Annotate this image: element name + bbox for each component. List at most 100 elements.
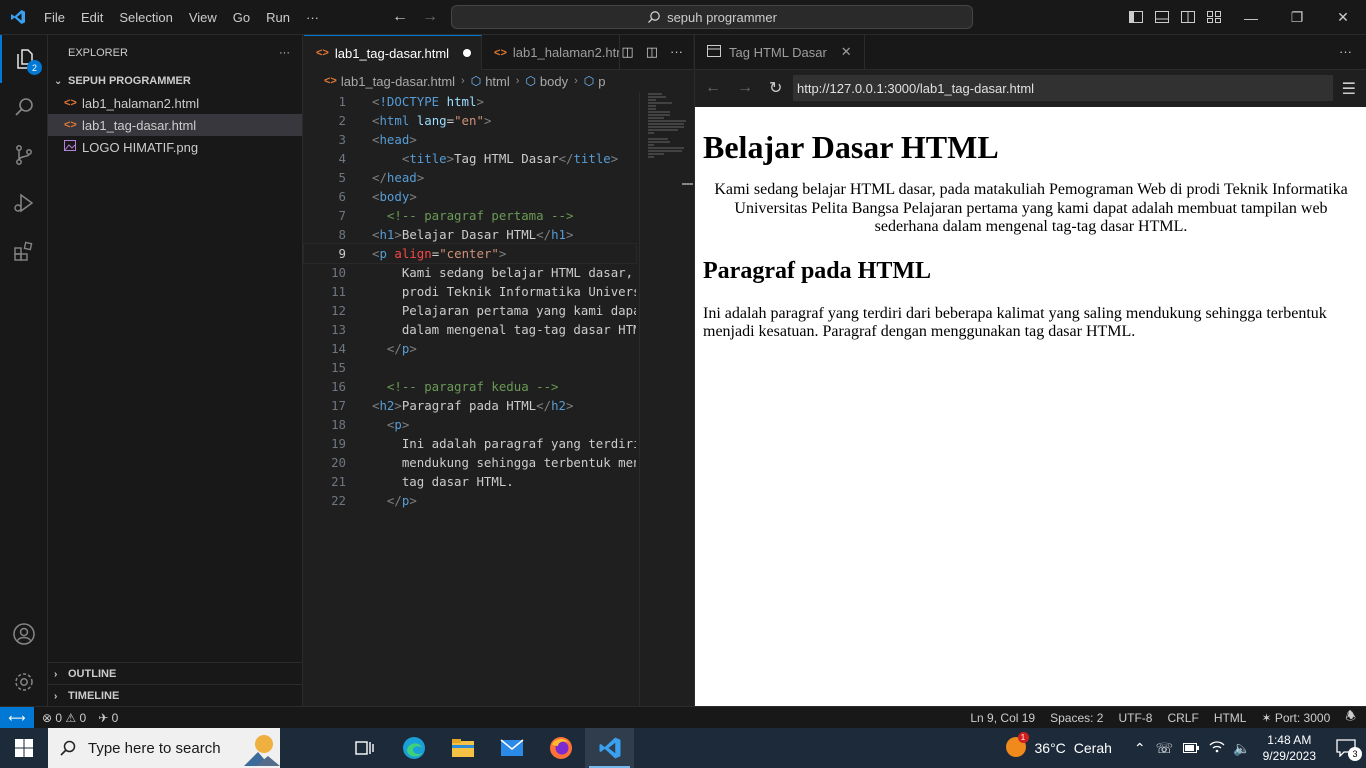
menu-run[interactable]: Run bbox=[258, 10, 298, 25]
windows-start-icon[interactable] bbox=[0, 728, 48, 768]
volume-icon[interactable]: 🔈 bbox=[1233, 740, 1250, 757]
account-icon bbox=[13, 623, 35, 645]
encoding[interactable]: UTF-8 bbox=[1118, 711, 1152, 725]
explorer-more-button[interactable]: ··· bbox=[279, 47, 290, 59]
clock[interactable]: 1:48 AM 9/29/2023 bbox=[1263, 732, 1316, 764]
menu-view[interactable]: View bbox=[181, 10, 225, 25]
page-heading: Belajar Dasar HTML bbox=[703, 129, 999, 165]
manage-activity[interactable] bbox=[0, 658, 48, 706]
toggle-primary-sidebar-icon[interactable] bbox=[1128, 9, 1144, 25]
url-input[interactable]: http://127.0.0.1:3000/lab1_tag-dasar.htm… bbox=[793, 75, 1333, 101]
taskbar-search[interactable]: Type here to search bbox=[48, 728, 280, 768]
menu-selection[interactable]: Selection bbox=[111, 10, 180, 25]
folder-section[interactable]: ⌄ SEPUH PROGRAMMER bbox=[48, 70, 302, 92]
editor-tabs: <> lab1_tag-dasar.html <> lab1_halaman2.… bbox=[304, 35, 693, 70]
code-editor[interactable]: 1 <!DOCTYPE html> 2 <html lang="en"> 3 <hea… bbox=[303, 92, 637, 510]
menu-bar: File Edit Selection View Go Run ··· bbox=[36, 0, 327, 35]
tab-tag-html-dasar[interactable]: Tag HTML Dasar ✕ bbox=[695, 34, 865, 70]
cursor-position[interactable]: Ln 9, Col 19 bbox=[970, 711, 1035, 725]
file-item-lab1-halaman2[interactable]: <> lab1_halaman2.html bbox=[48, 92, 302, 114]
restore-icon[interactable]: ❐ bbox=[1274, 0, 1320, 35]
explorer-badge: 2 bbox=[27, 60, 42, 75]
remote-indicator-icon[interactable]: ⟷ bbox=[0, 706, 34, 729]
menu-icon[interactable]: ☰ bbox=[1342, 79, 1356, 99]
scrollbar[interactable] bbox=[682, 183, 693, 185]
browser-tab-icon bbox=[707, 44, 721, 60]
clock-date: 9/29/2023 bbox=[1262, 749, 1316, 763]
more-actions-icon[interactable]: ··· bbox=[1339, 44, 1352, 59]
file-item-lab1-tag-dasar[interactable]: <> lab1_tag-dasar.html bbox=[48, 114, 302, 136]
run-debug-activity[interactable] bbox=[0, 179, 48, 227]
vscode-taskbar-icon[interactable] bbox=[585, 728, 634, 768]
extensions-icon bbox=[14, 241, 33, 261]
ports-indicator[interactable]: ✈ 0 bbox=[98, 711, 118, 725]
breadcrumb-p[interactable]: p bbox=[598, 74, 605, 89]
file-item-logo-himatif[interactable]: LOGO HIMATIF.png bbox=[48, 136, 302, 158]
weather-sun-icon[interactable]: 1 bbox=[1005, 731, 1029, 761]
extensions-activity[interactable] bbox=[0, 227, 48, 275]
status-left: ⊗ 0 ⚠ 0 ✈ 0 bbox=[34, 711, 118, 725]
notification-center-icon[interactable]: 3 bbox=[1326, 739, 1366, 761]
reload-icon[interactable]: ↻ bbox=[769, 78, 782, 98]
task-view-icon[interactable] bbox=[340, 728, 389, 768]
tab-lab1-tag-dasar[interactable]: <> lab1_tag-dasar.html bbox=[304, 35, 483, 70]
indentation[interactable]: Spaces: 2 bbox=[1050, 711, 1103, 725]
breadcrumb-file[interactable]: lab1_tag-dasar.html bbox=[341, 74, 455, 89]
edge-browser-icon[interactable] bbox=[389, 728, 438, 768]
bell-icon[interactable]: 🕭 bbox=[1345, 707, 1356, 728]
breadcrumb-html[interactable]: html bbox=[485, 74, 510, 89]
simple-browser: Tag HTML Dasar ✕ ··· ← → ↻ http://127.0.… bbox=[694, 34, 1366, 706]
timeline-label: TIMELINE bbox=[68, 690, 120, 702]
battery-icon[interactable] bbox=[1183, 740, 1200, 756]
search-icon bbox=[648, 11, 660, 23]
code-line: 15 bbox=[331, 360, 346, 375]
source-control-activity[interactable] bbox=[0, 131, 48, 179]
file-name: lab1_halaman2.html bbox=[82, 95, 200, 111]
meet-now-icon[interactable]: ☏ bbox=[1156, 740, 1174, 757]
mail-icon[interactable] bbox=[487, 728, 536, 768]
toggle-secondary-sidebar-icon[interactable] bbox=[1180, 9, 1196, 25]
explorer-title: EXPLORER bbox=[68, 46, 128, 59]
timeline-section[interactable]: › TIMELINE bbox=[48, 684, 303, 707]
explorer-activity[interactable]: 2 bbox=[0, 35, 48, 83]
more-actions-icon[interactable]: ··· bbox=[670, 44, 683, 60]
code-line: 1 <!DOCTYPE html> bbox=[338, 94, 484, 109]
language-mode[interactable]: HTML bbox=[1214, 711, 1247, 725]
menu-go[interactable]: Go bbox=[225, 10, 258, 25]
close-icon[interactable]: ✕ bbox=[1320, 0, 1366, 35]
weather-desc[interactable]: Cerah bbox=[1074, 740, 1112, 756]
customize-layout-icon[interactable] bbox=[1206, 9, 1222, 25]
problems-indicator[interactable]: ⊗ 0 ⚠ 0 bbox=[42, 711, 86, 725]
forward-arrow-icon[interactable]: → bbox=[737, 79, 753, 97]
toggle-panel-icon[interactable] bbox=[1154, 9, 1170, 25]
command-center[interactable]: sepuh programmer bbox=[451, 5, 973, 29]
forward-arrow-icon[interactable]: → bbox=[422, 8, 438, 26]
chevron-up-icon[interactable]: ⌃ bbox=[1134, 740, 1146, 757]
close-icon[interactable]: ✕ bbox=[841, 44, 852, 60]
menu-edit[interactable]: Edit bbox=[73, 10, 111, 25]
search-activity[interactable] bbox=[0, 83, 48, 131]
tab-lab1-halaman2[interactable]: <> lab1_halaman2.html bbox=[482, 35, 621, 70]
file-explorer-icon[interactable] bbox=[438, 728, 487, 768]
open-preview-icon[interactable]: ◫ bbox=[621, 44, 633, 60]
minimize-icon[interactable]: — bbox=[1228, 0, 1274, 35]
menu-file[interactable]: File bbox=[36, 10, 73, 25]
accounts-activity[interactable] bbox=[0, 610, 48, 658]
live-server-port[interactable]: ✶ Port: 3000 bbox=[1261, 711, 1330, 725]
back-arrow-icon[interactable]: ← bbox=[392, 8, 408, 26]
split-editor-icon[interactable]: ◫ bbox=[646, 44, 658, 60]
file-name: lab1_tag-dasar.html bbox=[82, 117, 197, 133]
html-file-icon: <> bbox=[316, 47, 329, 59]
gear-icon bbox=[15, 673, 33, 691]
rendered-page: Belajar Dasar HTML Kami sedang belajar H… bbox=[695, 107, 1366, 706]
menu-more[interactable]: ··· bbox=[298, 10, 327, 25]
firefox-icon[interactable] bbox=[536, 728, 585, 768]
breadcrumb-body[interactable]: body bbox=[540, 74, 568, 89]
back-arrow-icon[interactable]: ← bbox=[705, 79, 721, 97]
outline-section[interactable]: › OUTLINE bbox=[48, 662, 303, 685]
line-ending[interactable]: CRLF bbox=[1167, 711, 1198, 725]
unsaved-dot-icon[interactable] bbox=[463, 49, 472, 57]
weather-temp[interactable]: 36°C bbox=[1035, 740, 1066, 756]
element-icon: ⬡ bbox=[525, 74, 536, 88]
wifi-icon[interactable] bbox=[1209, 740, 1225, 756]
